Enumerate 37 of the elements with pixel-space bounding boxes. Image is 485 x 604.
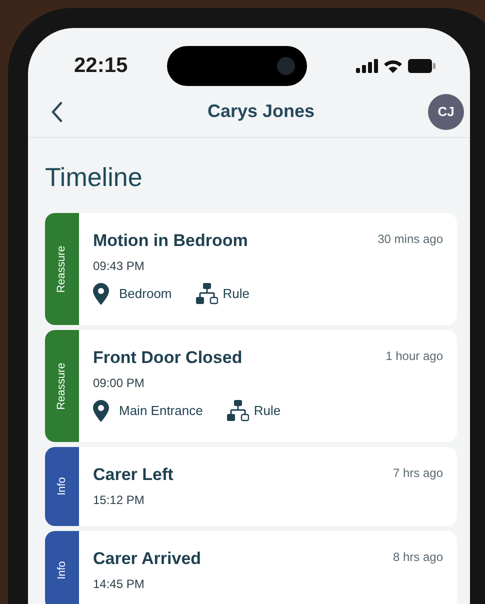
page-heading: Timeline [44,161,144,194]
event-card[interactable]: Info Carer Arrived 8 hrs ago 14:45 PM [45,531,457,604]
event-time: 09:43 PM [93,258,144,275]
hierarchy-icon [226,400,249,422]
hierarchy-icon [196,283,218,305]
wifi-icon [383,58,403,74]
category-label: Reassure [54,245,69,293]
signal-icon [356,59,378,73]
category-label: Reassure [54,362,69,410]
camera-icon [276,57,295,75]
event-time: 14:45 PM [93,576,144,593]
location-pin-icon [93,283,109,305]
location-pin-icon [93,400,109,422]
back-icon[interactable] [50,100,64,122]
event-card[interactable]: Info Carer Left 7 hrs ago 15:12 PM [45,447,457,526]
location-label: Main Entrance [119,402,203,420]
status-time: 22:15 [74,53,128,80]
category-label: Info [54,477,69,496]
event-time: 15:12 PM [93,492,144,509]
source-label: Rule [222,285,250,304]
relative-time: 8 hrs ago [392,549,443,566]
relative-time: 1 hour ago [386,348,443,365]
relative-time: 30 mins ago [378,231,443,248]
event-title: Carer Left [93,464,174,486]
event-time: 09:00 PM [93,375,144,392]
relative-time: 7 hrs ago [392,465,443,482]
location-label: Bedroom [119,285,172,304]
category-label: Info [54,561,69,580]
avatar[interactable]: CJ [428,94,464,130]
event-title: Front Door Closed [93,347,242,369]
event-card[interactable]: Reassure Motion in Bedroom 30 mins ago 09:43 PM Bedroom Rule [45,213,457,325]
contact-name: Carys Jones [207,100,315,123]
battery-icon [408,59,436,73]
event-title: Motion in Bedroom [93,230,248,252]
source-label: Rule [254,402,281,420]
event-title: Carer Arrived [93,548,202,570]
event-card[interactable]: Reassure Front Door Closed 1 hour ago 09:00 PM Main Entrance Rule [45,330,457,442]
